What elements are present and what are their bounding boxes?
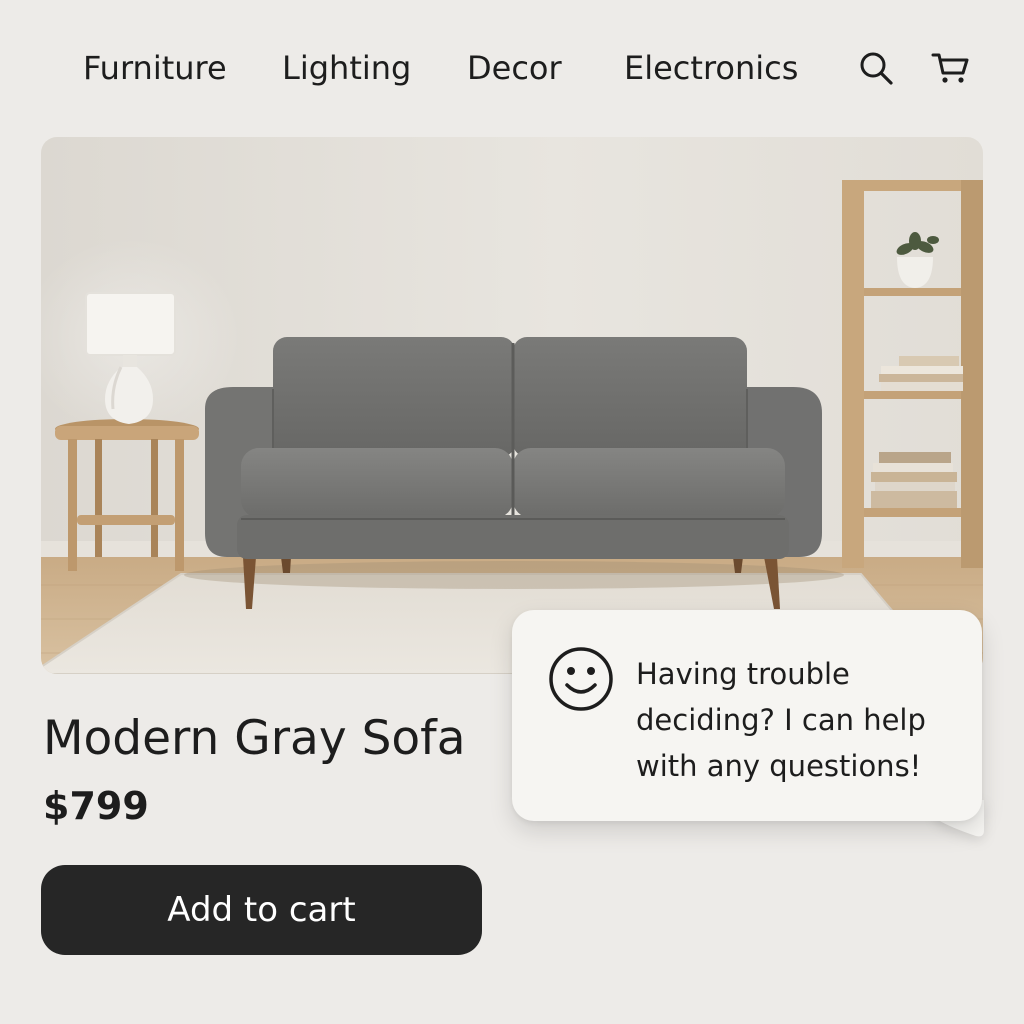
- sofa-room-illustration: [41, 137, 983, 674]
- search-icon[interactable]: [856, 48, 896, 88]
- product-image[interactable]: [41, 137, 983, 674]
- product-title: Modern Gray Sofa: [43, 711, 466, 766]
- smiley-icon: [548, 646, 614, 712]
- nav-link-lighting[interactable]: Lighting: [282, 48, 411, 88]
- add-to-cart-button[interactable]: Add to cart: [41, 865, 482, 955]
- nav-link-electronics[interactable]: Electronics: [624, 48, 798, 88]
- product-price: $799: [43, 784, 149, 828]
- nav-link-decor[interactable]: Decor: [467, 48, 562, 88]
- assistant-message-line: with any questions!: [636, 749, 922, 783]
- assistant-message: Having trouble deciding? I can help with…: [636, 651, 971, 789]
- cart-icon[interactable]: [930, 48, 970, 88]
- nav-link-furniture[interactable]: Furniture: [83, 48, 227, 88]
- assistant-message-line: Having trouble: [636, 657, 850, 691]
- assistant-message-line: deciding? I can help: [636, 703, 926, 737]
- assistant-chat-bubble[interactable]: Having trouble deciding? I can help with…: [512, 610, 982, 821]
